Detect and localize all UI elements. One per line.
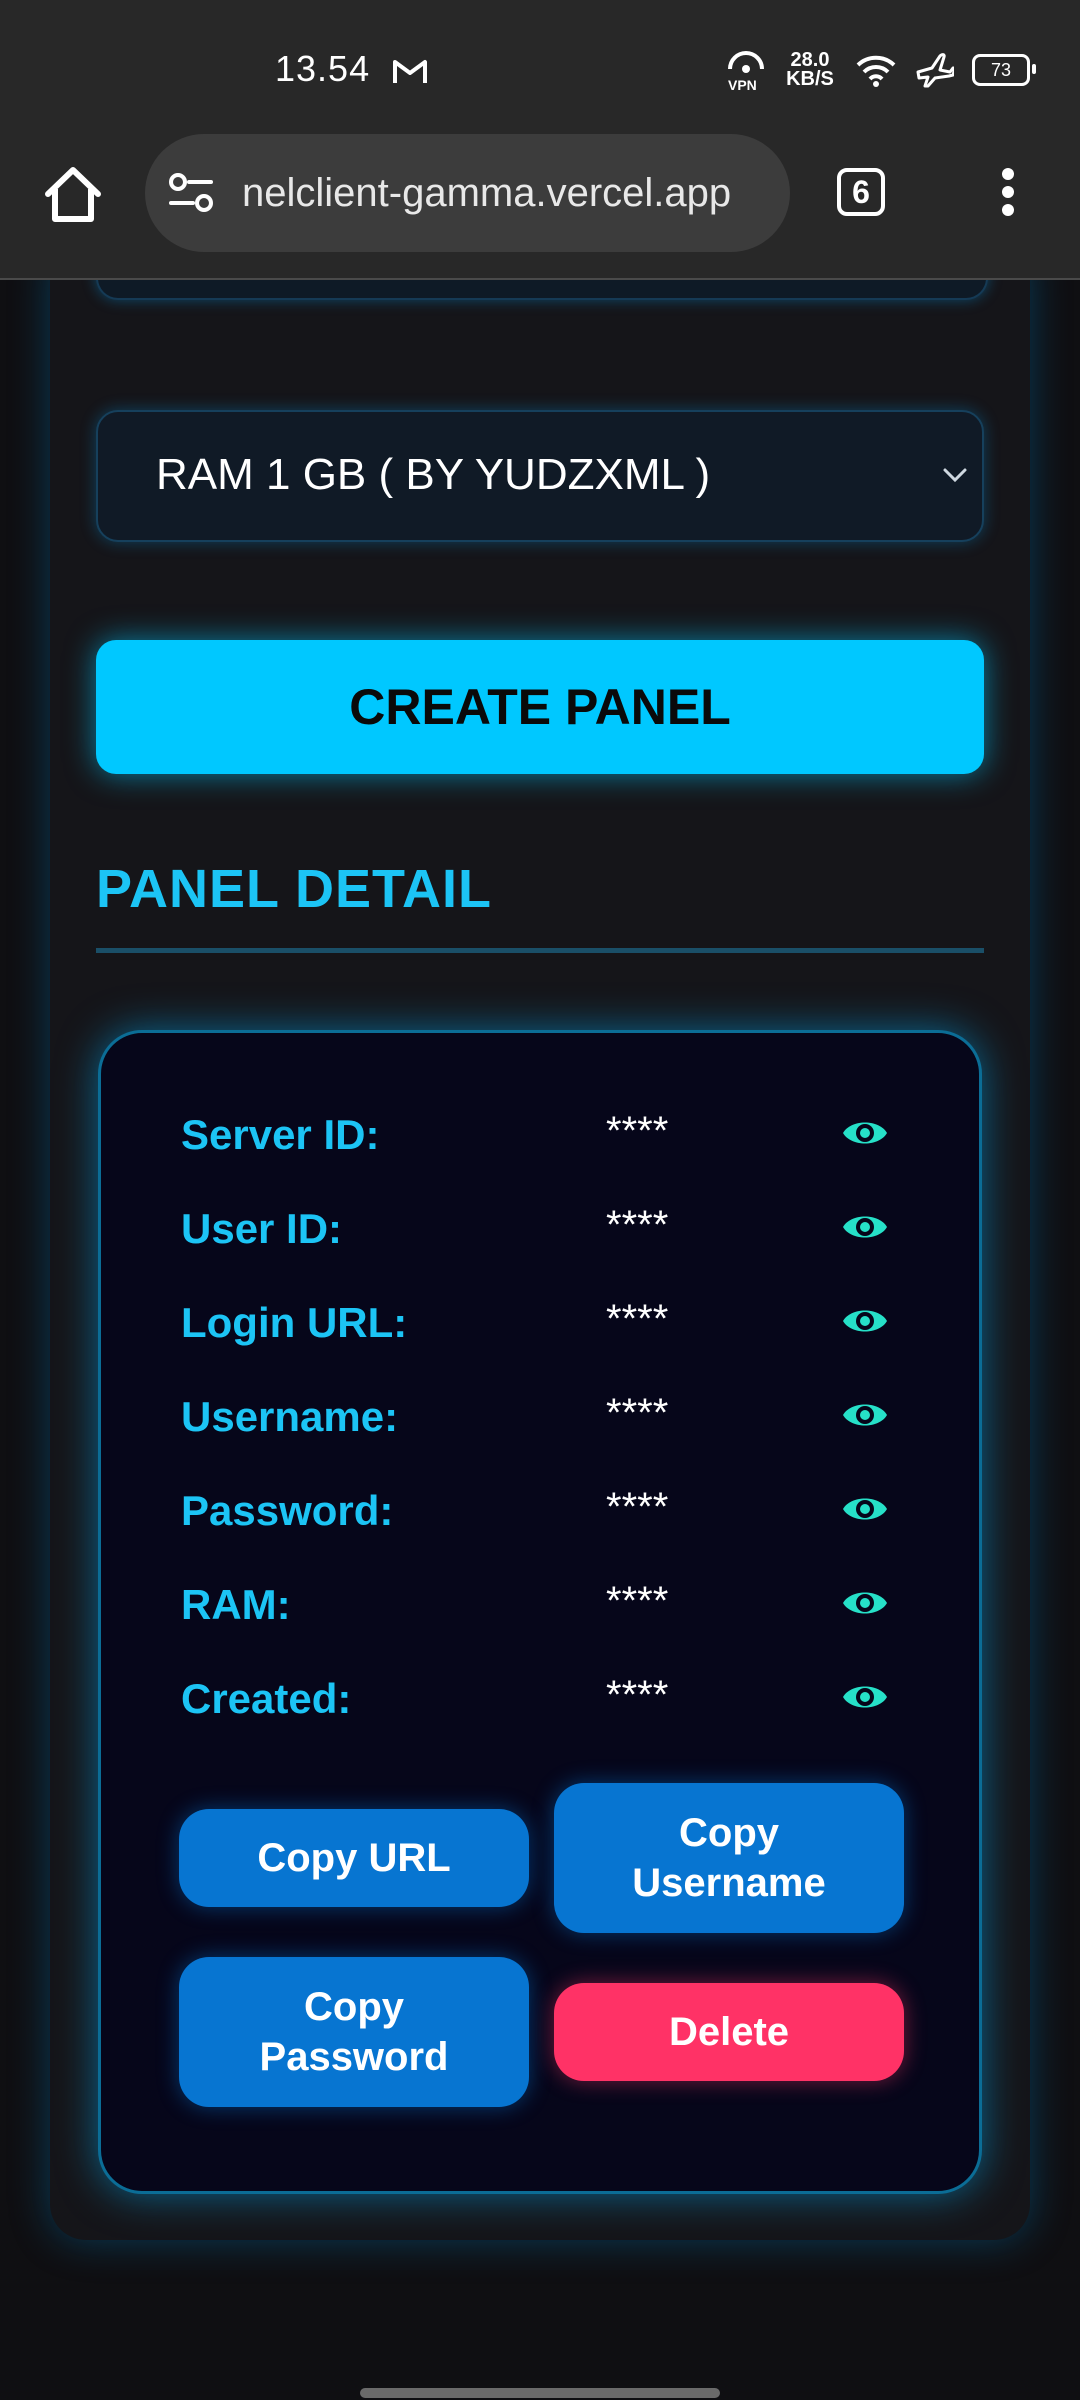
vpn-label: VPN: [728, 77, 757, 93]
airplane-icon: [916, 53, 954, 88]
section-title: PANEL DETAIL: [96, 859, 493, 919]
address-bar[interactable]: nelclient-gamma.vercel.app: [145, 134, 790, 252]
tab-count: 6: [852, 173, 870, 210]
detail-label: Username:: [181, 1393, 399, 1440]
status-bar: 13.54 VPN 28.0 KB/S 73: [0, 0, 1080, 132]
battery-icon: 73: [972, 54, 1036, 86]
detail-value: ****: [606, 1673, 669, 1717]
create-panel-button[interactable]: CREATE PANEL: [96, 640, 984, 774]
detail-value: ****: [606, 1579, 669, 1623]
network-speed: 28.0 KB/S: [782, 50, 838, 90]
copy-username-button[interactable]: Copy Username: [554, 1783, 904, 1933]
ram-select-value: RAM 1 GB ( BY YUDZXML ): [156, 450, 711, 499]
vpn-icon: VPN: [728, 49, 764, 93]
eye-icon[interactable]: [841, 1489, 889, 1529]
copy-password-line2: Password: [259, 2035, 449, 2079]
eye-icon[interactable]: [841, 1301, 889, 1341]
detail-row-user-id: User ID: ****: [181, 1199, 901, 1259]
detail-label: RAM:: [181, 1581, 291, 1628]
status-time: 13.54: [275, 48, 371, 89]
detail-value: ****: [606, 1203, 669, 1247]
speed-unit: KB/S: [786, 68, 834, 90]
chevron-down-icon: [943, 468, 967, 483]
detail-value: ****: [606, 1391, 669, 1435]
detail-value: ****: [606, 1485, 669, 1529]
tab-switcher-button[interactable]: 6: [837, 168, 885, 216]
browser-toolbar: nelclient-gamma.vercel.app 6: [0, 132, 1080, 280]
delete-button[interactable]: Delete: [554, 1983, 904, 2081]
detail-row-created: Created: ****: [181, 1669, 901, 1729]
copy-username-line2: Username: [632, 1861, 826, 1905]
eye-icon[interactable]: [841, 1207, 889, 1247]
home-icon[interactable]: [40, 162, 106, 228]
wifi-icon: [856, 55, 896, 87]
detail-label: Login URL:: [181, 1299, 408, 1346]
detail-row-password: Password: ****: [181, 1481, 901, 1541]
detail-row-login-url: Login URL: ****: [181, 1293, 901, 1353]
copy-url-button[interactable]: Copy URL: [179, 1809, 529, 1907]
gmail-icon: [393, 60, 427, 83]
eye-icon[interactable]: [841, 1395, 889, 1435]
ram-select[interactable]: RAM 1 GB ( BY YUDZXML ): [96, 410, 984, 542]
detail-value: ****: [606, 1297, 669, 1341]
more-options-icon[interactable]: [998, 168, 1018, 224]
section-divider: [96, 948, 984, 953]
gesture-bar[interactable]: [360, 2388, 720, 2398]
detail-label: Server ID:: [181, 1111, 380, 1158]
site-settings-icon[interactable]: [167, 172, 215, 214]
detail-label: Created:: [181, 1675, 352, 1722]
url-text: nelclient-gamma.vercel.app: [242, 171, 732, 215]
copy-username-line1: Copy: [679, 1811, 779, 1855]
detail-row-username: Username: ****: [181, 1387, 901, 1447]
detail-row-ram: RAM: ****: [181, 1575, 901, 1635]
detail-label: Password:: [181, 1487, 394, 1534]
battery-level: 73: [990, 59, 1012, 80]
page-content: RAM 1 GB ( BY YUDZXML ) CREATE PANEL PAN…: [0, 280, 1080, 2400]
eye-icon[interactable]: [841, 1113, 889, 1153]
copy-password-button[interactable]: Copy Password: [179, 1957, 529, 2107]
detail-label: User ID:: [181, 1205, 343, 1252]
copy-password-line1: Copy: [304, 1985, 404, 2029]
previous-input-field[interactable]: [96, 280, 988, 300]
eye-icon[interactable]: [841, 1583, 889, 1623]
eye-icon[interactable]: [841, 1677, 889, 1717]
detail-row-server-id: Server ID: ****: [181, 1105, 901, 1165]
detail-value: ****: [606, 1109, 669, 1153]
panel-detail-card: Server ID: **** User ID: **** Login URL:…: [98, 1030, 982, 2194]
